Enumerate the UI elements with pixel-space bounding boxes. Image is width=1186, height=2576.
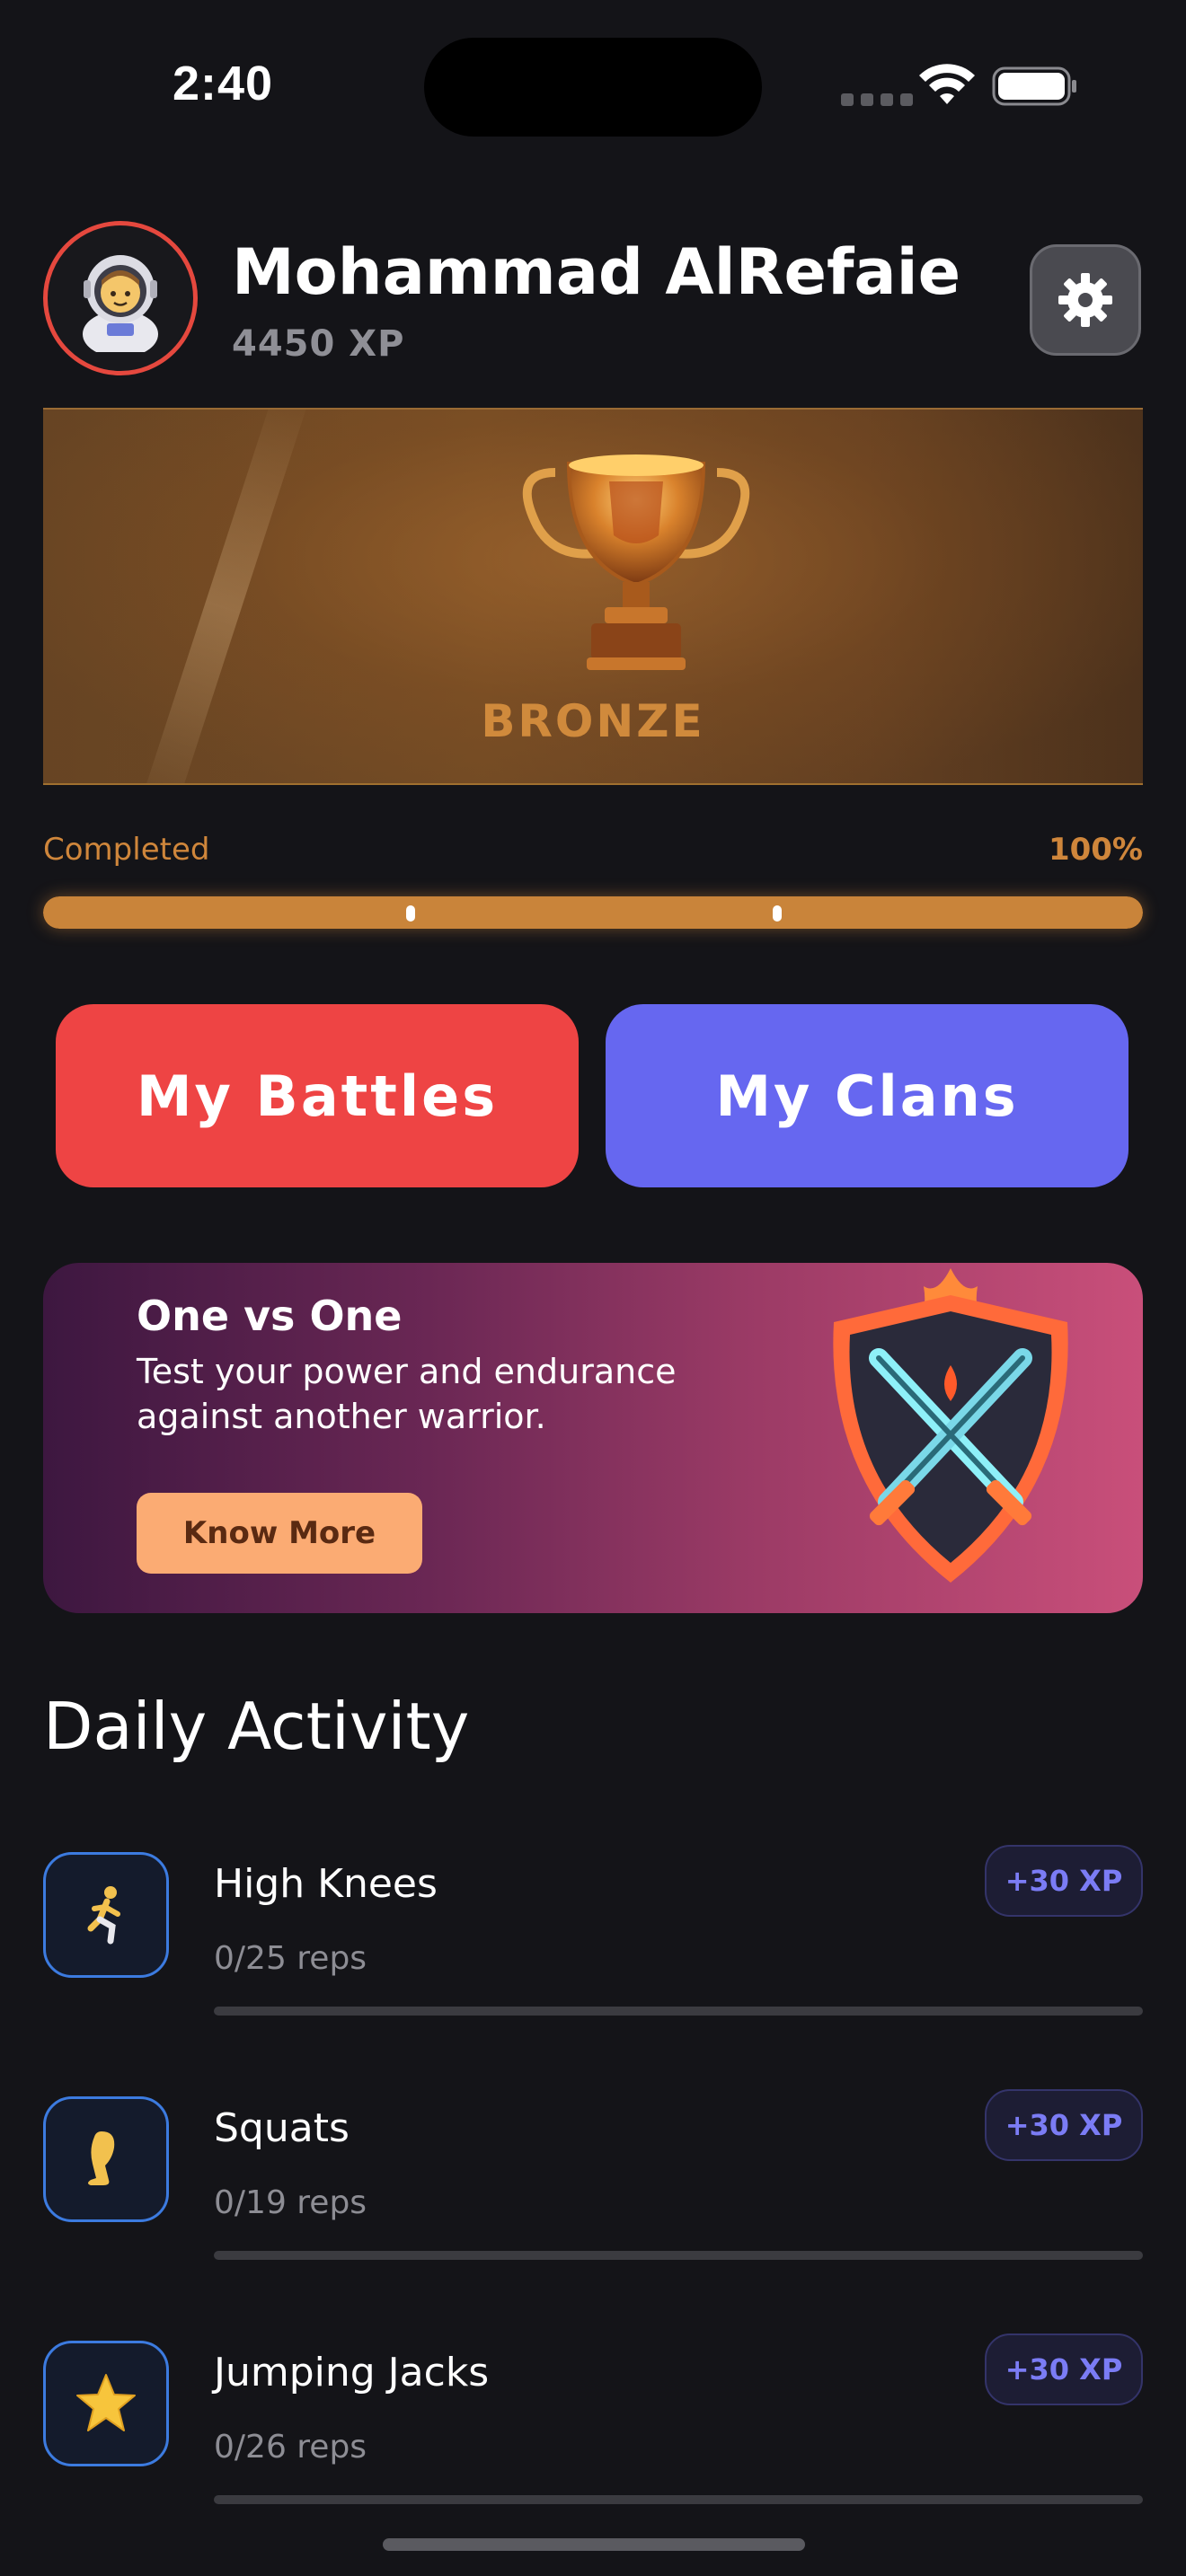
dynamic-island (424, 38, 762, 137)
daily-activity-title: Daily Activity (43, 1689, 470, 1764)
profile-xp: 4450 XP (232, 323, 405, 365)
activity-reps: 0/19 reps (214, 2184, 367, 2221)
progress-tick (406, 905, 415, 922)
activity-progress-bar (214, 2495, 1143, 2504)
cellular-signal-icon (841, 93, 913, 106)
progress-label: Completed (43, 832, 210, 868)
activity-item[interactable]: Jumping Jacks 0/26 reps +30 XP (43, 2323, 1143, 2504)
rank-progress-bar (43, 896, 1143, 929)
battery-icon (992, 66, 1076, 106)
settings-button[interactable] (1030, 244, 1141, 356)
xp-badge: +30 XP (985, 1845, 1143, 1917)
rank-banner[interactable]: BRONZE (43, 408, 1143, 785)
activity-progress-bar (214, 2007, 1143, 2016)
avatar[interactable] (43, 221, 198, 375)
progress-value: 100% (1048, 832, 1143, 868)
one-vs-one-promo-card[interactable]: One vs One Test your power and endurance… (43, 1263, 1143, 1613)
activity-reps: 0/25 reps (214, 1940, 367, 1977)
gear-icon (1058, 273, 1112, 327)
promo-description: Test your power and endurance against an… (137, 1352, 677, 1436)
xp-badge: +30 XP (985, 2089, 1143, 2161)
rank-label: BRONZE (481, 695, 705, 747)
activity-item[interactable]: High Knees 0/25 reps +30 XP (43, 1834, 1143, 2016)
profile-name: Mohammad AlRefaie (232, 235, 961, 309)
activity-name: Jumping Jacks (214, 2350, 490, 2395)
activity-icon-box (43, 1852, 169, 1978)
promo-title: One vs One (137, 1292, 403, 1340)
my-battles-button[interactable]: My Battles (56, 1004, 579, 1187)
activity-name: Squats (214, 2105, 350, 2151)
running-person-icon (87, 1886, 120, 1945)
activity-item[interactable]: Squats 0/19 reps +30 XP (43, 2078, 1143, 2260)
activity-icon-box (43, 2096, 169, 2222)
my-clans-button[interactable]: My Clans (606, 1004, 1128, 1187)
activity-name: High Knees (214, 1861, 438, 1907)
rank-progress-fill (43, 896, 1143, 929)
star-icon (76, 2374, 136, 2431)
leg-icon (88, 2131, 115, 2185)
progress-tick (773, 905, 782, 922)
astronaut-icon (83, 255, 158, 352)
activity-progress-bar (214, 2251, 1143, 2260)
know-more-button[interactable]: Know More (137, 1493, 422, 1574)
crossed-swords-shield-icon (833, 1268, 1068, 1583)
trophy-icon (522, 454, 750, 670)
xp-badge: +30 XP (985, 2333, 1143, 2405)
wifi-icon (919, 64, 975, 104)
home-indicator (383, 2538, 805, 2551)
status-time: 2:40 (173, 57, 274, 110)
activity-icon-box (43, 2341, 169, 2466)
activity-reps: 0/26 reps (214, 2429, 367, 2466)
